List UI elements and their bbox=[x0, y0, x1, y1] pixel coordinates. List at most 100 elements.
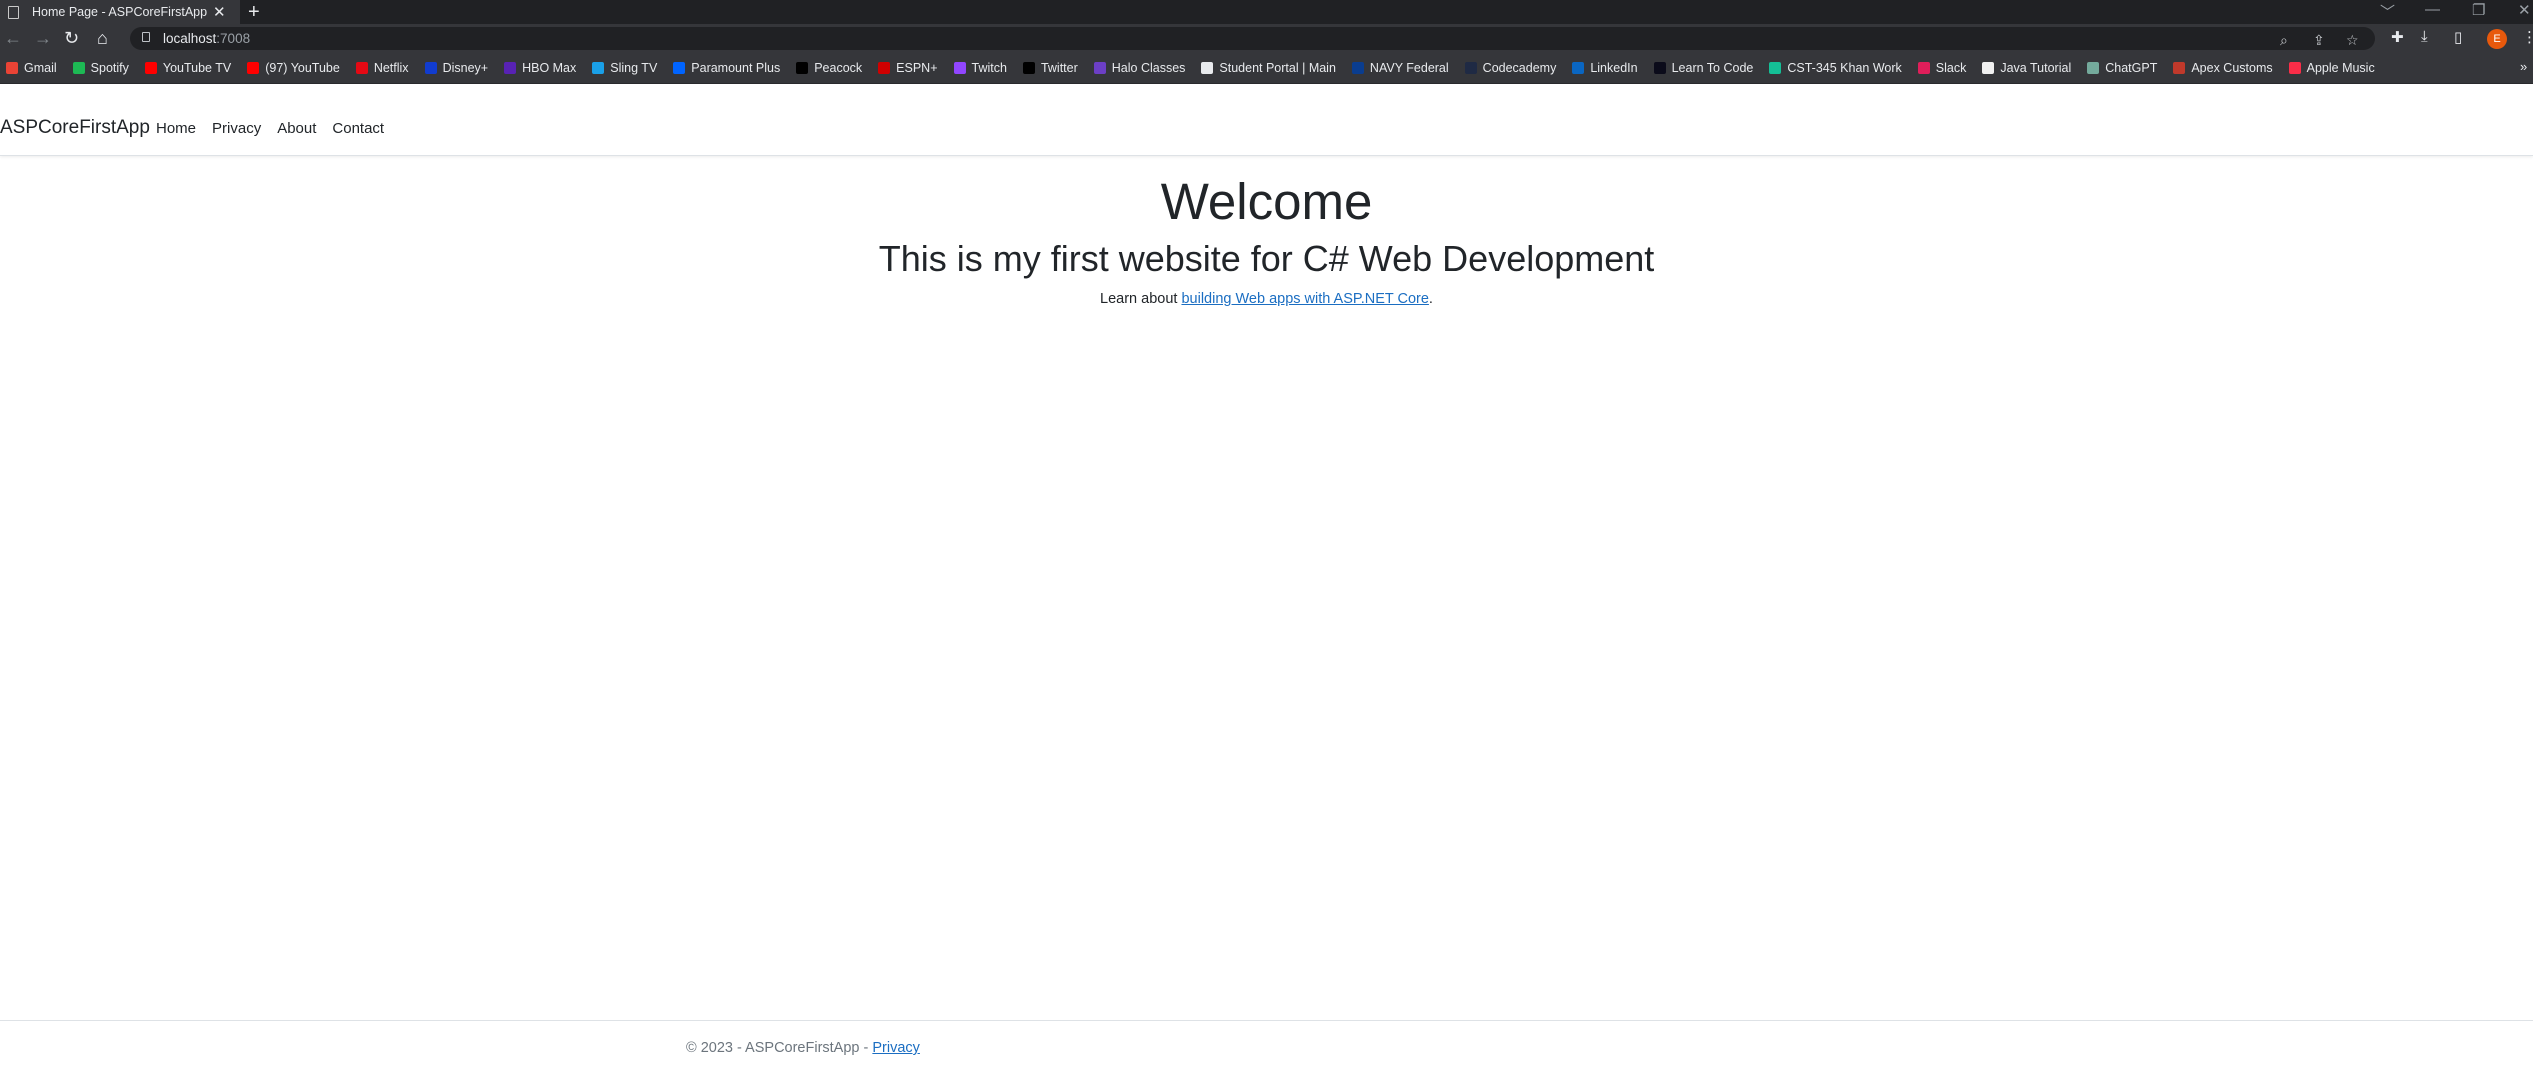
star-icon[interactable]: ☆ bbox=[2346, 32, 2359, 49]
menu-icon[interactable]: ⋮ bbox=[2522, 28, 2533, 46]
bookmark-label: Apple Music bbox=[2306, 61, 2375, 75]
nav-privacy[interactable]: Privacy bbox=[212, 120, 261, 137]
bookmark-label: Paramount Plus bbox=[691, 61, 781, 75]
bookmark-item[interactable]: ESPN+ bbox=[878, 61, 938, 75]
bookmark-item[interactable]: Sling TV bbox=[592, 61, 657, 75]
bookmark-item[interactable]: CST-345 Khan Work bbox=[1769, 61, 1902, 75]
bookmark-item[interactable]: Java Tutorial bbox=[1982, 61, 2071, 75]
zoom-icon[interactable]: ⌕ bbox=[2280, 32, 2288, 49]
footer-privacy-link[interactable]: Privacy bbox=[872, 1040, 920, 1056]
learn-link[interactable]: building Web apps with ASP.NET Core bbox=[1181, 291, 1428, 307]
bookmark-favicon-icon bbox=[2087, 62, 2100, 74]
lock-icon[interactable] bbox=[142, 32, 150, 42]
bookmark-favicon-icon bbox=[2173, 62, 2186, 74]
reload-icon[interactable]: ↻ bbox=[64, 27, 79, 49]
forward-icon[interactable]: → bbox=[34, 27, 52, 49]
bookmark-item[interactable]: ChatGPT bbox=[2087, 61, 2157, 75]
bookmark-item[interactable]: NAVY Federal bbox=[1351, 61, 1449, 75]
side-panel-icon[interactable]: ▯ bbox=[2454, 28, 2462, 46]
site-nav: Home Privacy About Contact bbox=[156, 120, 400, 137]
bookmark-favicon-icon bbox=[355, 62, 368, 74]
url-text[interactable]: localhost:7008 bbox=[163, 31, 250, 46]
bookmark-favicon-icon bbox=[1982, 62, 1995, 74]
bookmark-label: CST-345 Khan Work bbox=[1787, 61, 1902, 75]
bookmark-item[interactable]: Netflix bbox=[355, 61, 409, 75]
bookmark-favicon-icon bbox=[1201, 62, 1214, 74]
bookmark-item[interactable]: Gmail bbox=[6, 61, 57, 75]
back-icon[interactable]: ← bbox=[4, 27, 22, 49]
extensions-icon[interactable]: ✚ bbox=[2391, 28, 2404, 46]
bookmark-label: ESPN+ bbox=[896, 61, 938, 75]
more-bookmarks-icon[interactable]: » bbox=[2520, 59, 2527, 74]
close-tab-icon[interactable]: ✕ bbox=[213, 3, 226, 21]
page-heading: Welcome bbox=[1160, 173, 1373, 230]
new-tab-button[interactable]: + bbox=[248, 1, 260, 24]
bookmark-label: Halo Classes bbox=[1111, 61, 1186, 75]
copyright-text: © 2023 - ASPCoreFirstApp - bbox=[686, 1040, 873, 1056]
bookmark-item[interactable]: LinkedIn bbox=[1572, 61, 1638, 75]
bookmark-item[interactable]: Student Portal | Main bbox=[1201, 61, 1336, 75]
nav-about[interactable]: About bbox=[277, 120, 316, 137]
profile-avatar[interactable]: E bbox=[2487, 29, 2507, 49]
bookmark-item[interactable]: Spotify bbox=[72, 61, 129, 75]
bookmark-item[interactable]: Codecademy bbox=[1464, 61, 1557, 75]
bookmark-item[interactable]: Disney+ bbox=[424, 61, 488, 75]
bookmark-favicon-icon bbox=[1917, 62, 1930, 74]
bookmark-item[interactable]: Twitch bbox=[953, 61, 1007, 75]
bookmark-item[interactable]: Apex Customs bbox=[2173, 61, 2273, 75]
bookmark-label: Peacock bbox=[814, 61, 863, 75]
restore-icon[interactable]: ❐ bbox=[2472, 1, 2485, 19]
home-icon[interactable]: ⌂ bbox=[97, 27, 108, 49]
bookmark-favicon-icon bbox=[6, 62, 18, 74]
bookmark-label: (97) YouTube bbox=[265, 61, 340, 75]
bookmark-label: NAVY Federal bbox=[1369, 61, 1449, 75]
bookmark-item[interactable]: (97) YouTube bbox=[247, 61, 340, 75]
bookmark-label: Netflix bbox=[373, 61, 409, 75]
bookmark-item[interactable]: Peacock bbox=[796, 61, 862, 75]
bookmark-favicon-icon bbox=[1572, 62, 1585, 74]
bookmark-label: Slack bbox=[1935, 61, 1967, 75]
bookmark-label: Apex Customs bbox=[2191, 61, 2273, 75]
bookmark-favicon-icon bbox=[1769, 62, 1782, 74]
bookmark-favicon-icon bbox=[1022, 62, 1035, 74]
bookmark-label: Java Tutorial bbox=[2000, 61, 2072, 75]
bookmark-label: Sling TV bbox=[610, 61, 658, 75]
bookmark-item[interactable]: HBO Max bbox=[504, 61, 576, 75]
page-subheading: This is my first website for C# Web Deve… bbox=[878, 238, 1655, 279]
bookmark-label: Codecademy bbox=[1482, 61, 1557, 75]
site-brand[interactable]: ASPCoreFirstApp bbox=[0, 117, 150, 139]
bookmark-favicon-icon bbox=[953, 62, 966, 74]
share-icon[interactable]: ⇪ bbox=[2313, 32, 2325, 49]
nav-contact[interactable]: Contact bbox=[332, 120, 384, 137]
tab-title: Home Page - ASPCoreFirstApp bbox=[32, 5, 208, 19]
bookmark-item[interactable]: Twitter bbox=[1022, 61, 1078, 75]
bookmark-favicon-icon bbox=[144, 62, 157, 74]
bookmark-favicon-icon bbox=[2288, 62, 2301, 74]
bookmark-item[interactable]: Apple Music bbox=[2288, 61, 2375, 75]
bookmark-item[interactable]: Slack bbox=[1917, 61, 1967, 75]
close-window-icon[interactable]: ✕ bbox=[2518, 1, 2531, 19]
bookmark-item[interactable]: Learn To Code bbox=[1653, 61, 1754, 75]
address-bar[interactable]: localhost:7008 ⌕ ⇪ ☆ bbox=[130, 27, 2375, 50]
bookmark-favicon-icon bbox=[1653, 62, 1666, 74]
bookmark-label: Learn To Code bbox=[1671, 61, 1754, 75]
bookmark-label: Gmail bbox=[24, 61, 57, 75]
bookmark-label: HBO Max bbox=[522, 61, 577, 75]
bookmarks-bar: Gmail Spotify YouTube TV (97) YouTube Netfli… bbox=[0, 54, 2533, 84]
bookmark-label: ChatGPT bbox=[2105, 61, 2158, 75]
minimize-icon[interactable]: — bbox=[2425, 1, 2440, 18]
bookmark-item[interactable]: Paramount Plus bbox=[673, 61, 780, 75]
bookmark-favicon-icon bbox=[247, 62, 260, 74]
site-footer: © 2023 - ASPCoreFirstApp - Privacy bbox=[0, 1020, 2533, 1070]
nav-home[interactable]: Home bbox=[156, 120, 196, 137]
bookmark-label: Twitch bbox=[971, 61, 1007, 75]
bookmark-item[interactable]: Halo Classes bbox=[1093, 61, 1186, 75]
bookmark-label: Student Portal | Main bbox=[1219, 61, 1336, 75]
bookmark-favicon-icon bbox=[424, 62, 437, 74]
bookmark-favicon-icon bbox=[72, 62, 85, 74]
tab-search-icon[interactable]: ﹀ bbox=[2380, 1, 2395, 22]
download-icon[interactable]: ⤓ bbox=[2421, 28, 2428, 45]
bookmark-favicon-icon bbox=[592, 62, 605, 74]
browser-tab[interactable]: Home Page - ASPCoreFirstApp ✕ bbox=[0, 0, 240, 24]
bookmark-item[interactable]: YouTube TV bbox=[144, 61, 231, 75]
